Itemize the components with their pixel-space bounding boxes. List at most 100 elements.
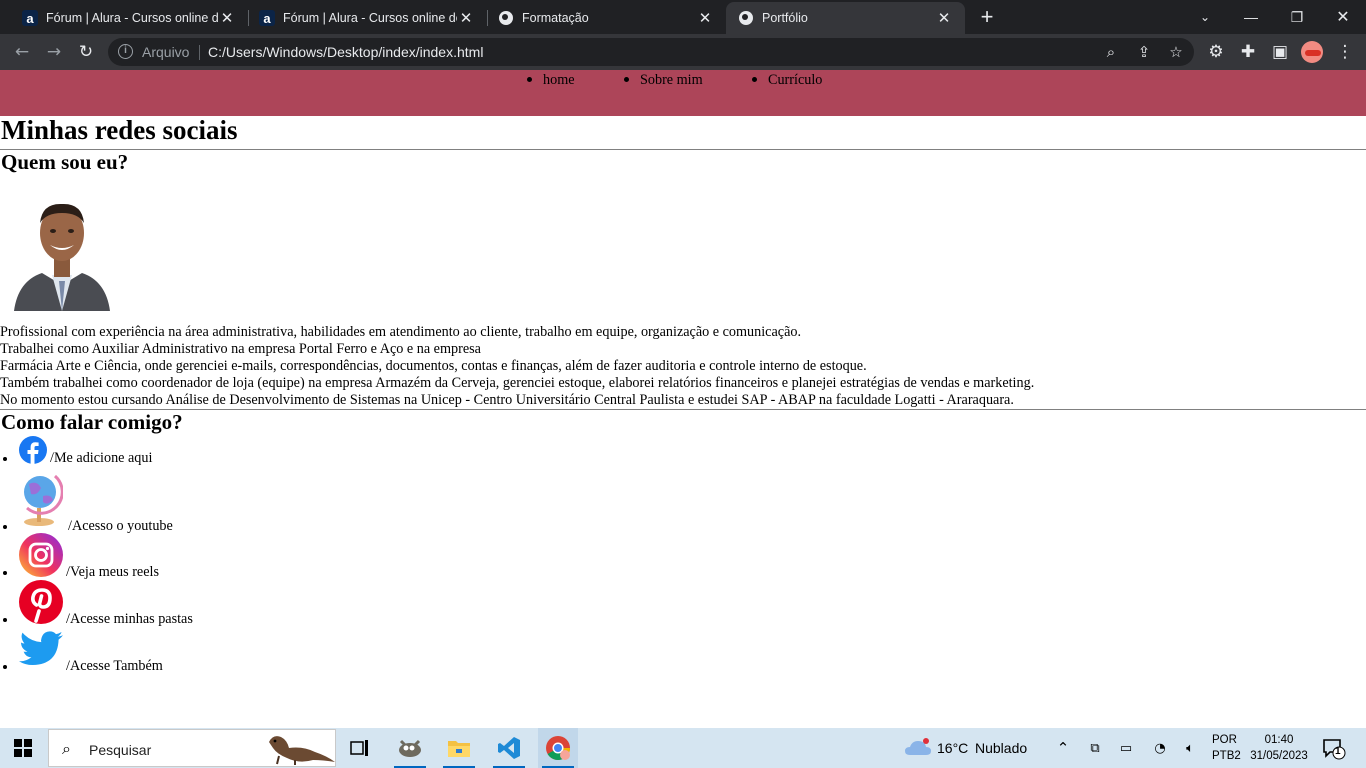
site-header: home Sobre mim Currículo [0, 70, 1366, 116]
twitter-icon[interactable] [19, 631, 63, 667]
tab-title: Fórum | Alura - Cursos online de [46, 11, 218, 25]
back-icon[interactable]: ← [10, 40, 34, 64]
globe-icon[interactable] [19, 470, 63, 528]
bullet [3, 457, 7, 461]
notification-count: 1 [1335, 746, 1341, 757]
nav-link-sobre-mim[interactable]: Sobre mim [640, 72, 703, 88]
task-view-icon[interactable] [340, 728, 380, 768]
extension-gear-icon[interactable]: ⚙ [1204, 40, 1228, 64]
close-icon[interactable]: ✕ [696, 9, 714, 27]
contact-item-facebook[interactable]: /Me adicione aqui [0, 435, 300, 467]
address-scheme-label: Arquivo [142, 44, 190, 60]
browser-tab-active[interactable]: Portfólio ✕ [726, 2, 965, 34]
address-bar[interactable]: i Arquivo C:/Users/Windows/Desktop/index… [108, 38, 1194, 66]
volume-icon[interactable]: 🔈︎ [1180, 738, 1200, 758]
alura-icon: a [259, 10, 275, 26]
meet-now-icon[interactable]: ⧉ [1085, 738, 1105, 758]
contact-item-twitter[interactable]: /Acesse Também [0, 627, 300, 675]
bullet [3, 618, 7, 622]
contact-item-pinterest[interactable]: /Acesse minhas pastas [0, 580, 300, 628]
nav-link-home[interactable]: home [543, 72, 575, 88]
taskbar-clock[interactable]: 01:40 31/05/2023 [1248, 732, 1310, 764]
close-icon[interactable]: ✕ [935, 9, 953, 27]
browser-tab[interactable]: Formatação ✕ [476, 2, 726, 34]
notification-center-icon[interactable]: 1 [1322, 738, 1346, 760]
chrome-icon[interactable] [538, 728, 578, 768]
minimize-icon[interactable]: — [1228, 0, 1274, 34]
profile-photo [14, 203, 110, 311]
share-icon[interactable]: ⇪ [1133, 41, 1155, 63]
bio-line: No momento estou cursando Análise de Des… [0, 392, 1014, 408]
info-icon[interactable]: i [118, 44, 133, 59]
bullet [752, 77, 757, 82]
contact-item-instagram[interactable]: /Veja meus reels [0, 533, 300, 581]
tab-search-chevron-icon[interactable]: ⌄ [1182, 0, 1228, 34]
browser-tab-bar: a Fórum | Alura - Cursos online de ✕ a F… [0, 0, 1366, 34]
forward-icon[interactable]: → [42, 40, 66, 64]
weather-temp[interactable]: 16°C [937, 728, 968, 768]
language-line-2: PTB2 [1212, 750, 1241, 762]
bio-line: Farmácia Arte e Ciência, onde gerenciei … [0, 358, 867, 374]
file-explorer-icon[interactable] [439, 728, 479, 768]
page-title: Minhas redes sociais [1, 115, 238, 145]
facebook-icon[interactable] [19, 436, 47, 464]
reload-icon[interactable]: ↻ [74, 40, 98, 64]
tab-title: Formatação [522, 11, 589, 25]
contact-text[interactable]: /Me adicione aqui [50, 450, 152, 467]
weather-condition[interactable]: Nublado [975, 728, 1027, 768]
taskbar-search-placeholder: Pesquisar [89, 742, 152, 758]
tab-title: Portfólio [762, 11, 808, 25]
about-heading: Quem sou eu? [1, 150, 129, 174]
weather-cloud-icon[interactable] [904, 737, 932, 759]
language-line-1: POR [1212, 734, 1237, 746]
restore-icon[interactable]: ❐ [1274, 0, 1320, 34]
bookmark-star-icon[interactable]: ☆ [1165, 41, 1187, 63]
search-icon: ⌕ [62, 739, 71, 758]
contact-heading: Como falar comigo? [1, 410, 183, 434]
profile-avatar[interactable] [1301, 41, 1323, 63]
close-icon[interactable]: ✕ [457, 9, 475, 27]
bullet [3, 665, 7, 669]
nav-item-curriculo[interactable]: Currículo [752, 72, 822, 89]
instagram-icon[interactable] [19, 533, 63, 577]
browser-tab[interactable]: a Fórum | Alura - Cursos online de ✕ [237, 2, 487, 34]
bio-line: Profissional com experiência na área adm… [0, 324, 802, 340]
nav-item-home[interactable]: home [527, 72, 575, 89]
windows-start-icon[interactable] [14, 739, 32, 757]
bullet [527, 77, 532, 82]
gimp-app-icon[interactable] [390, 728, 430, 768]
bullet [3, 525, 7, 529]
contact-item-youtube[interactable]: /Acesso o youtube [0, 470, 300, 534]
contact-text[interactable]: /Veja meus reels [66, 564, 159, 581]
tray-chevron-up-icon[interactable]: ⌃ [1053, 738, 1073, 758]
browser-tab[interactable]: a Fórum | Alura - Cursos online de ✕ [0, 2, 248, 34]
new-tab-icon[interactable]: + [975, 5, 999, 29]
nav-link-curriculo[interactable]: Currículo [768, 72, 822, 88]
alura-icon: a [22, 10, 38, 26]
battery-icon[interactable]: ▭ [1116, 738, 1136, 758]
address-separator [199, 45, 200, 60]
close-icon[interactable]: ✕ [218, 9, 236, 27]
side-panel-icon[interactable]: ▣ [1268, 40, 1292, 64]
window-close-icon[interactable]: ✕ [1320, 0, 1366, 34]
zoom-icon[interactable]: ⌕ [1100, 41, 1122, 63]
divider [0, 149, 1366, 150]
taskbar-search[interactable]: ⌕ Pesquisar [48, 729, 336, 767]
contact-text[interactable]: /Acesse Também [66, 658, 163, 675]
menu-kebab-icon[interactable]: ⋮ [1333, 40, 1357, 64]
pinterest-icon[interactable] [19, 580, 63, 624]
contact-text[interactable]: /Acesse minhas pastas [66, 611, 193, 628]
otter-illustration-icon [269, 736, 335, 765]
wifi-icon[interactable]: ◔ [1150, 738, 1170, 758]
contact-list: /Me adicione aqui /Acesso o youtube /Vej… [0, 435, 600, 685]
globe-icon [498, 10, 514, 26]
bullet [624, 77, 629, 82]
extensions-puzzle-icon[interactable]: ✚ [1236, 40, 1260, 64]
windows-taskbar: ⌕ Pesquisar 16°C Nublado ⌃ ⧉ ▭ ◔ 🔈︎ POR … [0, 728, 1366, 768]
clock-time: 01:40 [1264, 734, 1294, 746]
bio: Profissional com experiência na área adm… [0, 324, 1366, 409]
address-url[interactable]: C:/Users/Windows/Desktop/index/index.htm… [208, 44, 483, 60]
vscode-icon[interactable] [489, 728, 529, 768]
language-indicator[interactable]: POR PTB2 [1212, 732, 1241, 764]
nav-item-sobre-mim[interactable]: Sobre mim [624, 72, 703, 89]
